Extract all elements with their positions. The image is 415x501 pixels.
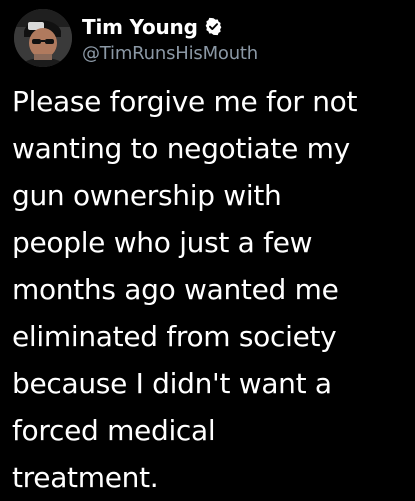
author-identity: Tim Young @TimRunsHisMouth [82, 13, 258, 64]
tweet-text: Please forgive me for not wanting to neg… [12, 78, 412, 501]
tweet-text-line: because I didn't want a [12, 367, 332, 400]
tweet-text-line: Please forgive me for not [12, 85, 358, 118]
tweet-text-line: months ago wanted me [12, 273, 339, 306]
tweet: Tim Young @TimRunsHisMouth Please forgiv… [0, 0, 415, 500]
handle[interactable]: @TimRunsHisMouth [82, 43, 258, 64]
avatar-photo [14, 9, 72, 67]
display-name[interactable]: Tim Young [82, 15, 198, 39]
tweet-text-line: people who just a few [12, 226, 313, 259]
avatar[interactable] [14, 9, 72, 67]
tweet-text-line: gun ownership with [12, 179, 282, 212]
tweet-text-line: wanting to negotiate my [12, 132, 350, 165]
verified-badge-icon [204, 17, 223, 36]
tweet-text-line: eliminated from society [12, 320, 337, 353]
tweet-text-line: treatment. [12, 461, 159, 494]
tweet-header: Tim Young @TimRunsHisMouth [14, 6, 258, 70]
name-row: Tim Young [82, 13, 258, 41]
tweet-text-line: forced medical [12, 414, 216, 447]
